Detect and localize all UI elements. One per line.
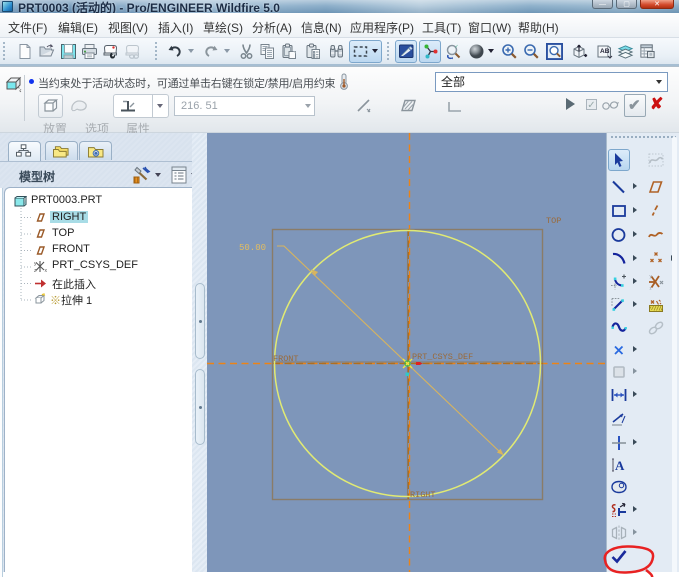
svg-text:RIGHT: RIGHT <box>410 490 436 500</box>
svg-text:A: A <box>615 458 625 473</box>
svg-text:y: y <box>34 261 37 267</box>
svg-text:AB: AB <box>600 48 610 55</box>
svg-text:50.00: 50.00 <box>239 243 266 253</box>
svg-text:x: x <box>45 268 48 273</box>
svg-text:✓: ✓ <box>455 44 459 50</box>
svg-text:PRT_CSYS_DEF: PRT_CSYS_DEF <box>412 352 473 362</box>
svg-text:FRONT: FRONT <box>273 354 299 364</box>
svg-text:TOP: TOP <box>546 216 561 226</box>
